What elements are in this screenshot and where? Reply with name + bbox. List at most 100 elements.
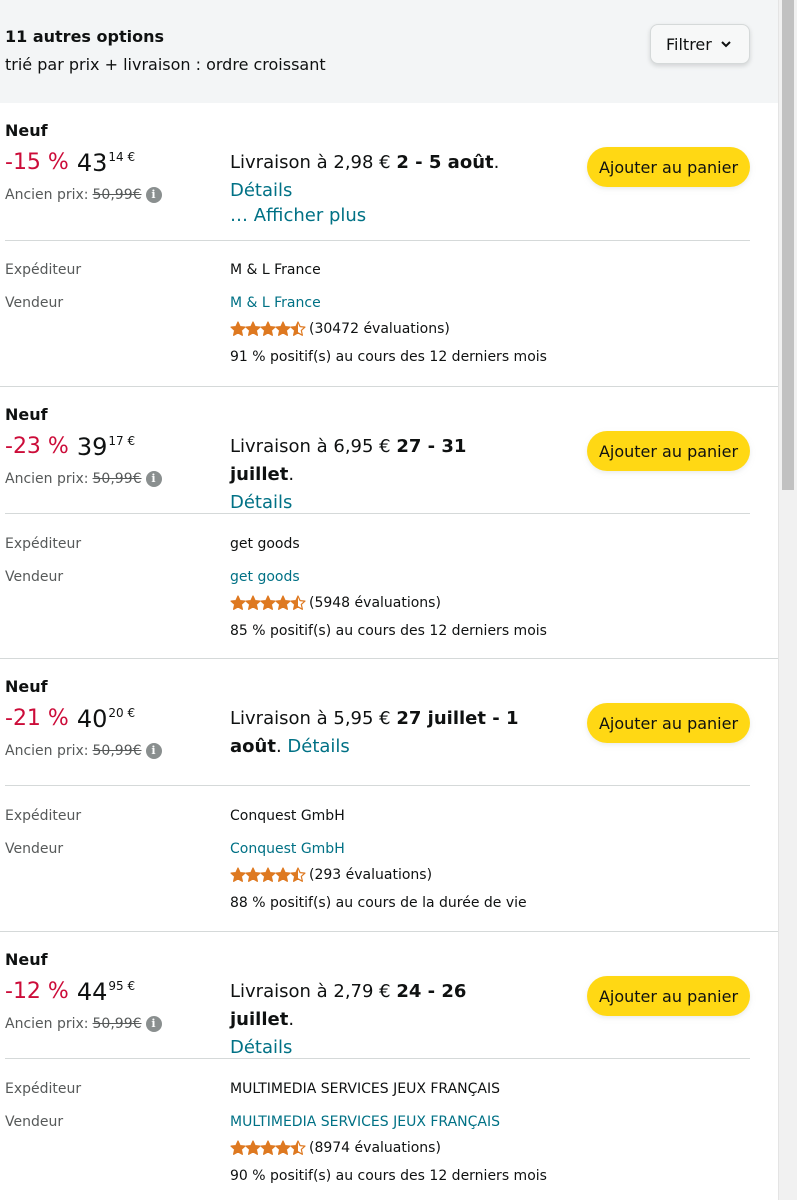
delivery-prefix: Livraison à 6,95 €: [230, 436, 397, 457]
discount-percent: -23 %: [5, 434, 69, 459]
old-price: Ancien prix: 50,99€ i: [5, 187, 162, 203]
delivery-info: Livraison à 2,98 € 2 - 5 août. Détails: [230, 149, 530, 205]
info-icon[interactable]: i: [145, 743, 162, 759]
scrollbar-thumb[interactable]: [782, 0, 794, 490]
star-rating-icon[interactable]: [230, 595, 306, 611]
seller-link[interactable]: get goods: [230, 569, 300, 585]
seller-link[interactable]: MULTIMEDIA SERVICES JEUX FRANÇAIS: [230, 1114, 500, 1130]
seller-link[interactable]: M & L France: [230, 295, 321, 311]
star-icon: [275, 867, 291, 882]
add-to-cart-button[interactable]: Ajouter au panier: [587, 431, 750, 471]
star-icon: [260, 321, 276, 336]
star-icon: [290, 595, 306, 610]
details-link[interactable]: Détails: [230, 180, 292, 201]
star-icon: [290, 1140, 306, 1155]
delivery-dates: 2 - 5 août: [396, 152, 494, 173]
price-whole: 44: [76, 978, 108, 1006]
seller-rating: (30472 évaluations): [230, 321, 450, 337]
old-price-value: 50,99€: [92, 187, 142, 203]
filter-label: Filtrer: [666, 34, 712, 54]
add-to-cart-button[interactable]: Ajouter au panier: [587, 147, 750, 187]
old-price-label: Ancien prix:: [5, 187, 89, 203]
delivery-suffix: .: [288, 1009, 295, 1030]
delivery-suffix: .: [288, 464, 295, 485]
scrollbar[interactable]: [778, 0, 797, 1200]
offer-card: Neuf -21 % 40 20 € Ancien prix: 50,99€ i…: [0, 658, 778, 930]
star-icon: [275, 321, 291, 336]
filter-button[interactable]: Filtrer: [650, 24, 750, 64]
details-link[interactable]: Détails: [230, 1037, 292, 1058]
add-to-cart-button[interactable]: Ajouter au panier: [587, 976, 750, 1016]
divider: [5, 785, 750, 786]
star-icon: [230, 1140, 246, 1155]
ratings-count: (8974 évaluations): [309, 1140, 441, 1156]
price-fraction: 14 €: [108, 150, 136, 164]
seller-label: Vendeur: [5, 1114, 64, 1130]
star-icon: [245, 1140, 261, 1155]
info-icon[interactable]: i: [145, 187, 162, 203]
offers-count: 11 autres options: [5, 27, 164, 46]
star-rating-icon[interactable]: [230, 321, 306, 337]
price-row: -15 % 43 14 €: [5, 149, 135, 177]
offers-panel: 11 autres options trié par prix + livrai…: [0, 0, 778, 1200]
delivery-suffix: .: [275, 736, 282, 757]
offer-card: Neuf -15 % 43 14 € Ancien prix: 50,99€ i…: [0, 103, 778, 386]
shipper-label: Expéditeur: [5, 262, 82, 278]
star-icon: [290, 867, 306, 882]
seller-label: Vendeur: [5, 295, 64, 311]
delivery-suffix: .: [493, 152, 500, 173]
star-icon: [245, 595, 261, 610]
ratings-count: (30472 évaluations): [309, 321, 450, 337]
star-rating-icon[interactable]: [230, 1140, 306, 1156]
positive-feedback: 90 % positif(s) au cours des 12 derniers…: [230, 1168, 547, 1184]
price-fraction: 17 €: [108, 434, 136, 448]
old-price-label: Ancien prix:: [5, 471, 89, 487]
info-icon[interactable]: i: [145, 1016, 162, 1032]
star-rating-icon[interactable]: [230, 867, 306, 883]
seller-rating: (293 évaluations): [230, 867, 432, 883]
offer-card: Neuf -23 % 39 17 € Ancien prix: 50,99€ i…: [0, 386, 778, 658]
info-icon[interactable]: i: [145, 471, 162, 487]
shipper-label: Expéditeur: [5, 1081, 82, 1097]
star-icon: [260, 867, 276, 882]
shipper-label: Expéditeur: [5, 808, 82, 824]
price-row: -12 % 44 95 €: [5, 978, 135, 1006]
old-price: Ancien prix: 50,99€ i: [5, 743, 162, 759]
offer-condition: Neuf: [5, 121, 48, 140]
star-icon: [230, 867, 246, 882]
old-price-label: Ancien prix:: [5, 743, 89, 759]
discount-percent: -21 %: [5, 706, 69, 731]
old-price: Ancien prix: 50,99€ i: [5, 471, 162, 487]
old-price-value: 50,99€: [92, 471, 142, 487]
details-link[interactable]: Détails: [287, 736, 349, 757]
sort-description: trié par prix + livraison : ordre croiss…: [5, 55, 326, 74]
price-whole: 43: [76, 149, 108, 177]
star-icon: [230, 321, 246, 336]
price-whole: 40: [76, 705, 108, 733]
discount-percent: -12 %: [5, 979, 69, 1004]
details-link[interactable]: Détails: [230, 492, 292, 513]
ratings-count: (293 évaluations): [309, 867, 433, 883]
positive-feedback: 88 % positif(s) au cours de la durée de …: [230, 895, 527, 911]
price-row: -23 % 39 17 €: [5, 433, 135, 461]
seller-label: Vendeur: [5, 569, 64, 585]
delivery-prefix: Livraison à 5,95 €: [230, 708, 397, 729]
price-fraction: 95 €: [108, 979, 136, 993]
offer-condition: Neuf: [5, 677, 48, 696]
offers-header: 11 autres options trié par prix + livrai…: [0, 0, 778, 103]
seller-link[interactable]: Conquest GmbH: [230, 841, 345, 857]
show-more-link[interactable]: … Afficher plus: [230, 204, 366, 228]
star-icon: [245, 867, 261, 882]
shipper-name: M & L France: [230, 262, 321, 278]
offer-condition: Neuf: [5, 950, 48, 969]
positive-feedback: 85 % positif(s) au cours des 12 derniers…: [230, 623, 547, 639]
old-price: Ancien prix: 50,99€ i: [5, 1016, 162, 1032]
delivery-info: Livraison à 5,95 € 27 juillet - 1 août. …: [230, 705, 520, 761]
star-icon: [230, 595, 246, 610]
discount-percent: -15 %: [5, 150, 69, 175]
add-to-cart-button[interactable]: Ajouter au panier: [587, 703, 750, 743]
star-icon: [260, 1140, 276, 1155]
delivery-prefix: Livraison à 2,79 €: [230, 981, 397, 1002]
ratings-count: (5948 évaluations): [309, 595, 441, 611]
divider: [5, 513, 750, 514]
